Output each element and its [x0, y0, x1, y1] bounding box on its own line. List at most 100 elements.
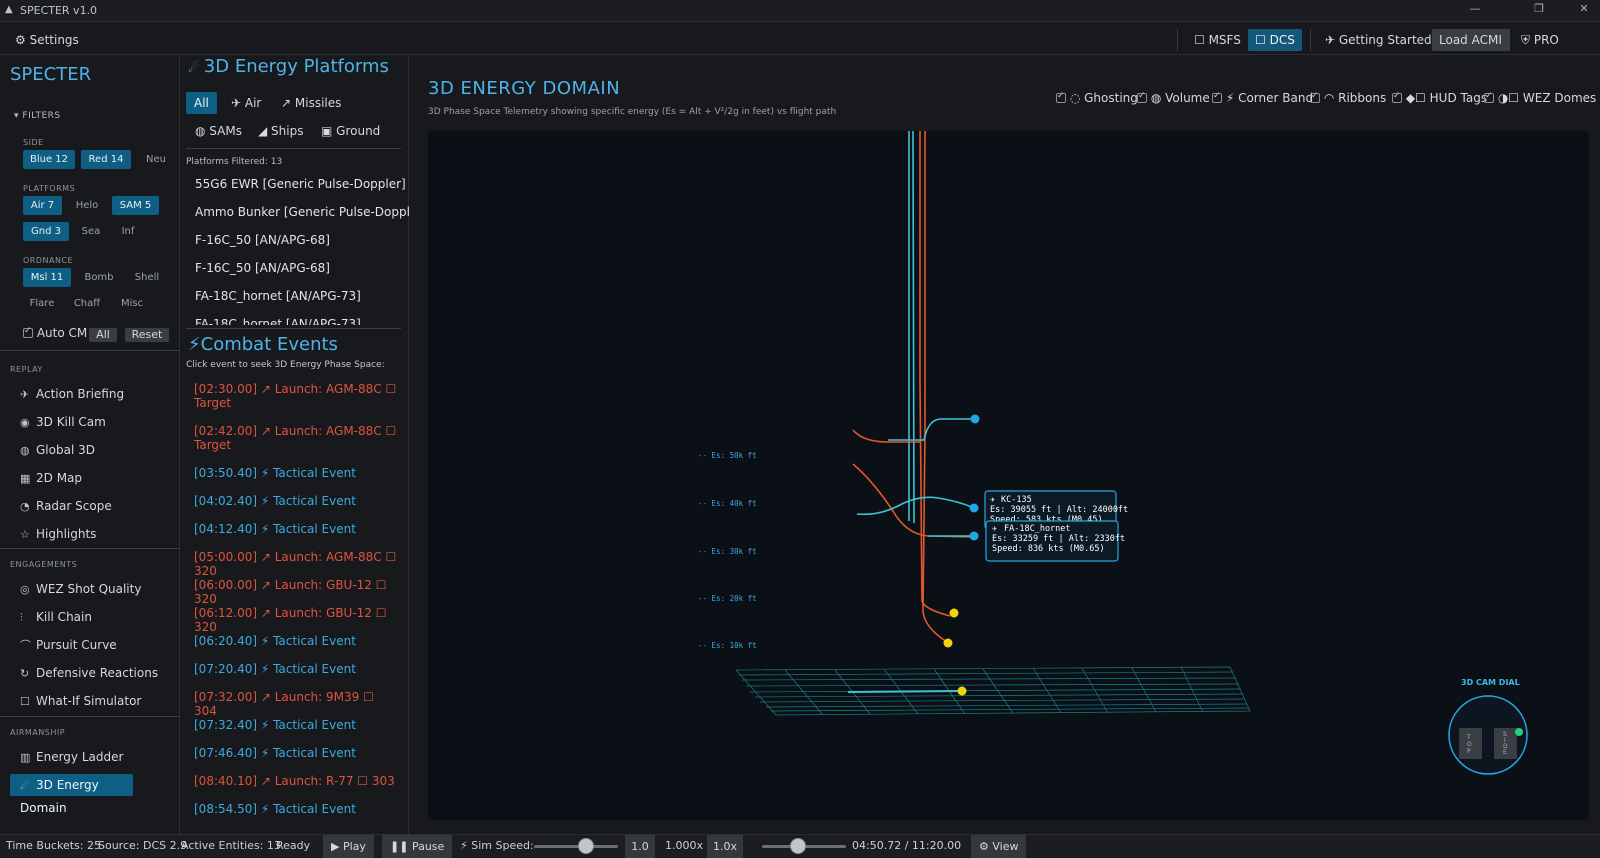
tab-ground[interactable]: ▣ Ground [313, 120, 388, 142]
nav-action-briefing[interactable]: ✈ Action Briefing [20, 383, 124, 405]
nav-pursuit-curve[interactable]: ⌒ Pursuit Curve [20, 634, 117, 656]
pro-active-badge[interactable]: ⛨ PRO ACTIVE [1514, 29, 1600, 69]
filters-header[interactable]: ▾ FILTERS [14, 111, 61, 121]
nav-kill-chain[interactable]: ⫶ Kill Chain [20, 606, 92, 628]
event-item[interactable]: [07:46.40] ⚡ Tactical Event [194, 746, 399, 760]
checkbox[interactable] [1212, 91, 1222, 103]
combat-events-hint: Click event to seek 3D Energy Phase Spac… [186, 360, 385, 370]
platform-item[interactable]: 55G6 EWR [Generic Pulse-Doppler] [195, 177, 406, 191]
event-item[interactable]: [06:20.40] ⚡ Tactical Event [194, 634, 399, 648]
chip-msl[interactable]: Msl 11 [23, 268, 71, 287]
chip-flare[interactable]: Flare [23, 294, 61, 313]
platform-item[interactable]: FA-18C_hornet [AN/APG-73] [195, 317, 361, 325]
event-item[interactable]: [08:40.10] ↗ Launch: R-77 ☐ 303 [194, 774, 399, 788]
minimize-icon[interactable]: — [1466, 2, 1484, 18]
close-icon[interactable]: ✕ [1575, 2, 1593, 18]
chip-neutral[interactable]: Neu [137, 150, 175, 169]
chip-inf[interactable]: Inf [112, 222, 144, 241]
energy-3d-viewport[interactable]: -- Es: 50k ft -- Es: 40k ft -- Es: 30k f… [428, 131, 1589, 820]
divider [0, 548, 180, 549]
nav-what-if-simulator[interactable]: ☐ What-If Simulator [20, 690, 141, 712]
cam-dial[interactable]: 3D CAM DIAL T O P S I D E [1448, 678, 1528, 775]
checkbox[interactable] [1056, 91, 1066, 103]
toggle-wez-domes[interactable]: ◑☐ WEZ Domes [1484, 91, 1596, 105]
event-item[interactable]: [06:00.00] ↗ Launch: GBU-12 ☐ 320 [194, 578, 399, 606]
chip-bomb[interactable]: Bomb [77, 268, 121, 287]
platform-item[interactable]: F-16C_50 [AN/APG-68] [195, 261, 330, 275]
tab-ships[interactable]: ◢ Ships [250, 120, 311, 142]
platform-item[interactable]: F-16C_50 [AN/APG-68] [195, 233, 330, 247]
settings-menu[interactable]: ⚙ Settings [8, 29, 86, 51]
checkbox[interactable] [1392, 91, 1402, 103]
tab-missiles[interactable]: ↗ Missiles [273, 92, 349, 114]
event-item[interactable]: [08:54.50] ⚡ Tactical Event [194, 802, 399, 816]
event-item[interactable]: [02:30.00] ↗ Launch: AGM-88C ☐ Target [194, 382, 399, 410]
tab-all[interactable]: All [186, 92, 217, 114]
chip-chaff[interactable]: Chaff [67, 294, 107, 313]
platform-item[interactable]: FA-18C_hornet [AN/APG-73] [195, 289, 361, 303]
nav-highlights[interactable]: ☆ Highlights [20, 523, 96, 545]
sim-speed-knob[interactable] [578, 838, 595, 854]
toggle-volume[interactable]: ◍ Volume [1137, 91, 1210, 105]
nav-global-3d[interactable]: ◍ Global 3D [20, 439, 95, 461]
nav-3d-energy-domain[interactable]: ☄ 3D Energy Domain [10, 774, 133, 815]
toggle-corner-band[interactable]: ⚡ Corner Band [1212, 91, 1313, 105]
platform-item[interactable]: Ammo Bunker [Generic Pulse-Doppler] [195, 205, 409, 219]
chip-red[interactable]: Red 14 [81, 150, 131, 169]
checkbox[interactable] [23, 326, 33, 338]
event-item[interactable]: [07:32.00] ↗ Launch: 9M39 ☐ 304 [194, 690, 399, 718]
reset-button[interactable]: Reset [125, 328, 169, 342]
nav-wez-shot-quality[interactable]: ◎ WEZ Shot Quality [20, 578, 141, 600]
es-label-40k: -- Es: 40k ft [698, 499, 757, 508]
hud-tag-line1: Es: 39055 ft | Alt: 24000ft [990, 505, 1128, 515]
tab-air[interactable]: ✈ Air [223, 92, 269, 114]
cam-top-label: P [1467, 748, 1471, 755]
ordnance-label: ORDNANCE [23, 256, 74, 265]
getting-started-button[interactable]: ✈ Getting Started [1318, 29, 1439, 51]
tab-sams[interactable]: ◍ SAMs [187, 120, 250, 142]
speed-value-field[interactable]: 1.0 [625, 835, 655, 858]
toggle-hud-tags[interactable]: ◆☐ HUD Tags [1392, 91, 1487, 105]
chip-misc[interactable]: Misc [113, 294, 151, 313]
sim-speed-slider[interactable] [534, 838, 618, 854]
nav-defensive-reactions[interactable]: ↻ Defensive Reactions [20, 662, 158, 684]
chip-gnd[interactable]: Gnd 3 [23, 222, 69, 241]
nav-energy-ladder[interactable]: ▥ Energy Ladder [20, 746, 123, 768]
msfs-button[interactable]: ☐ MSFS [1187, 29, 1248, 51]
checkbox[interactable] [1484, 91, 1494, 103]
all-button[interactable]: All [89, 328, 117, 342]
event-item[interactable]: [03:50.40] ⚡ Tactical Event [194, 466, 399, 480]
chip-sea[interactable]: Sea [75, 222, 107, 241]
checkbox[interactable] [1310, 91, 1320, 103]
view-button[interactable]: ⚙ View [971, 835, 1027, 858]
chip-air[interactable]: Air 7 [23, 196, 62, 215]
chip-helo[interactable]: Helo [68, 196, 106, 215]
timeline-knob[interactable] [790, 838, 807, 854]
chip-blue[interactable]: Blue 12 [23, 150, 75, 169]
load-acmi-button[interactable]: Load ACMI [1432, 29, 1509, 51]
restore-icon[interactable]: ❐ [1530, 2, 1548, 18]
checkbox[interactable] [1137, 91, 1147, 103]
event-item[interactable]: [06:12.00] ↗ Launch: GBU-12 ☐ 320 [194, 606, 399, 634]
pause-label: Pause [411, 840, 445, 853]
toggle-ribbons[interactable]: ◠ Ribbons [1310, 91, 1386, 105]
nav-radar-scope[interactable]: ◔ Radar Scope [20, 495, 112, 517]
getting-started-label: Getting Started [1338, 33, 1432, 47]
nav-3d-kill-cam[interactable]: ◉ 3D Kill Cam [20, 411, 106, 433]
dcs-button[interactable]: ☐ DCS [1248, 29, 1302, 51]
timeline-slider[interactable] [762, 838, 846, 854]
toggle-ghosting[interactable]: ◌ Ghosting [1056, 91, 1138, 105]
event-item[interactable]: [07:20.40] ⚡ Tactical Event [194, 662, 399, 676]
event-item[interactable]: [04:12.40] ⚡ Tactical Event [194, 522, 399, 536]
chip-shell[interactable]: Shell [127, 268, 167, 287]
speed-preset-button[interactable]: 1.0x [707, 835, 743, 858]
event-item[interactable]: [05:00.00] ↗ Launch: AGM-88C ☐ 320 [194, 550, 399, 578]
event-item[interactable]: [07:32.40] ⚡ Tactical Event [194, 718, 399, 732]
event-item[interactable]: [04:02.40] ⚡ Tactical Event [194, 494, 399, 508]
nav-2d-map[interactable]: ▦ 2D Map [20, 467, 82, 489]
play-button[interactable]: ▶ Play [323, 835, 374, 858]
auto-cm-toggle[interactable]: Auto CM [23, 326, 87, 340]
pause-button[interactable]: ❚❚ Pause [382, 835, 453, 858]
chip-sam[interactable]: SAM 5 [112, 196, 159, 215]
event-item[interactable]: [02:42.00] ↗ Launch: AGM-88C ☐ Target [194, 424, 399, 452]
